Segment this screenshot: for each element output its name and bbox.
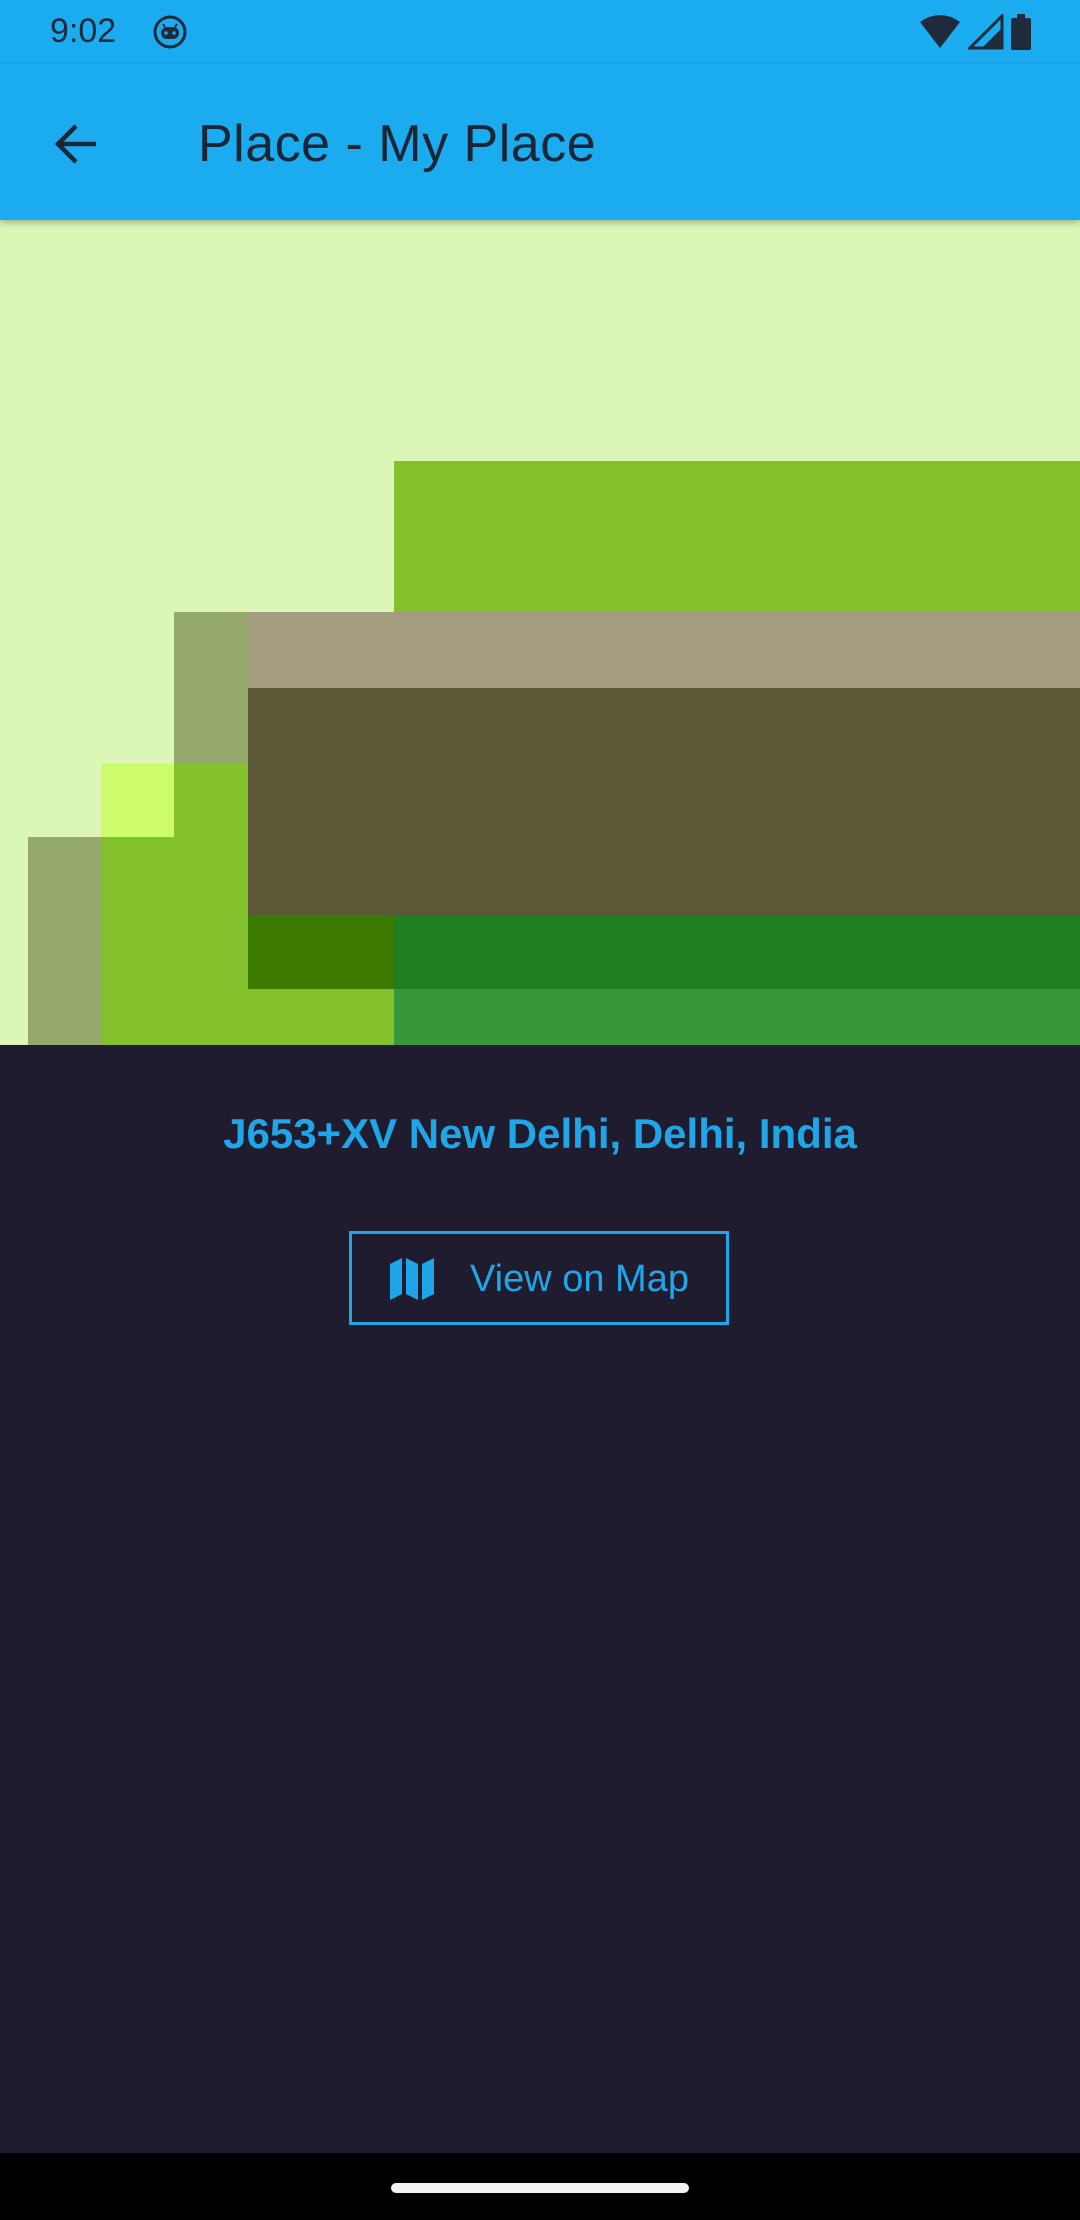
status-bar: 9:02	[0, 0, 1080, 64]
navigation-bar	[0, 2153, 1080, 2220]
battery-icon	[1011, 14, 1031, 50]
arrow-back-icon	[54, 124, 96, 164]
back-button[interactable]	[36, 104, 116, 184]
place-address: J653+XV New Delhi, Delhi, India	[223, 1110, 857, 1157]
place-image	[0, 220, 1080, 1045]
page-title: Place - My Place	[198, 115, 597, 173]
view-on-map-button[interactable]: View on Map	[349, 1231, 729, 1325]
app-bar: Place - My Place	[0, 64, 1080, 220]
view-on-map-label: View on Map	[470, 1258, 689, 1300]
status-time: 9:02	[50, 12, 117, 50]
wifi-icon	[920, 15, 960, 48]
android-icon	[153, 15, 187, 49]
map-icon	[390, 1258, 434, 1300]
home-handle[interactable]	[391, 2183, 689, 2193]
signal-icon	[968, 14, 1004, 50]
status-icons	[918, 12, 1032, 52]
